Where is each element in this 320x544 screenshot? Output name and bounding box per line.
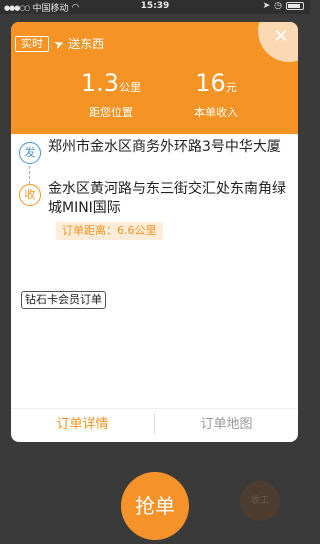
tab-order-detail[interactable]: 订单详情 bbox=[11, 414, 154, 436]
income-value: 16 bbox=[195, 69, 226, 97]
order-type-label: 送东西 bbox=[68, 37, 105, 51]
tab-order-map[interactable]: 订单地图 bbox=[155, 414, 298, 436]
income-stat: 16元 本单收入 bbox=[171, 70, 261, 120]
pickup-address-row: 发 郑州市金水区商务外环路3号中华大厦 bbox=[19, 138, 295, 164]
dropoff-address: 金水区黄河路与东三街交汇处东南角绿城MINI国际 bbox=[48, 181, 286, 216]
order-distance-badge: 订单距离：6.6公里 bbox=[56, 222, 163, 240]
close-icon[interactable]: ✕ bbox=[272, 28, 290, 46]
realtime-badge: 实时 bbox=[15, 36, 49, 52]
divider bbox=[11, 408, 298, 409]
location-icon: ➤ bbox=[262, 1, 271, 11]
paper-plane-icon: ➤ bbox=[51, 35, 67, 53]
distance-value: 1.3 bbox=[80, 69, 120, 97]
dropoff-address-row: 收 金水区黄河路与东三街交汇处东南角绿城MINI国际 bbox=[19, 180, 295, 218]
status-right: ➤ ◷ bbox=[263, 1, 304, 11]
order-type: ➤ 送东西 bbox=[51, 35, 105, 53]
income-label: 本单收入 bbox=[194, 106, 238, 119]
dropoff-marker: 收 bbox=[19, 184, 41, 206]
grab-order-button[interactable]: 抢单 bbox=[121, 472, 189, 540]
member-tag: 钻石卡会员订单 bbox=[21, 291, 106, 309]
order-card: 实时 ➤ 送东西 ✕ 1.3公里 距您位置 16元 本单收入 发 郑州市金水区商… bbox=[11, 22, 298, 442]
status-bar: ●●●○○ 中国移动 ◠ 15:39 ➤ ◷ bbox=[0, 0, 310, 14]
distance-stat: 1.3公里 距您位置 bbox=[66, 70, 156, 120]
order-header: 实时 ➤ 送东西 ✕ 1.3公里 距您位置 16元 本单收入 bbox=[11, 22, 298, 134]
battery-icon bbox=[286, 2, 304, 10]
distance-unit: 公里 bbox=[119, 81, 142, 94]
pickup-address: 郑州市金水区商务外环路3号中华大厦 bbox=[48, 139, 281, 155]
finish-work-button[interactable]: 收工 bbox=[240, 481, 280, 521]
income-unit: 元 bbox=[225, 81, 237, 94]
distance-label: 距您位置 bbox=[89, 106, 133, 119]
alarm-icon: ◷ bbox=[274, 1, 282, 11]
pickup-marker: 发 bbox=[19, 142, 41, 164]
